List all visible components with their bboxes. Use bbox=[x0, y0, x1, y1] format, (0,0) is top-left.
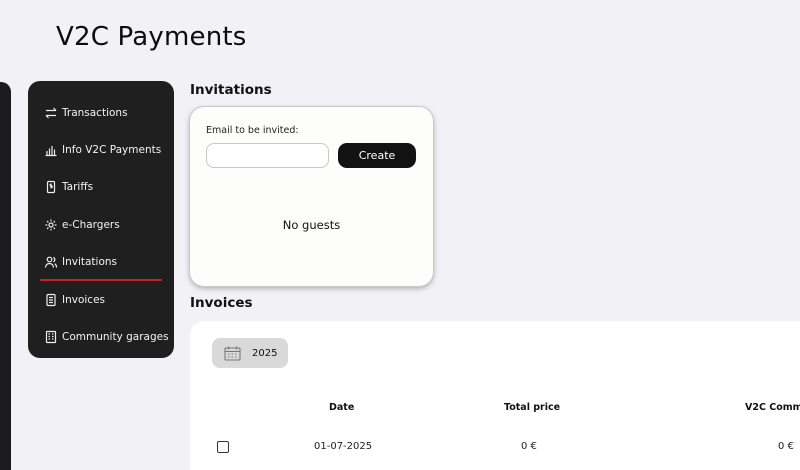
sidebar-item-tariffs[interactable]: Tariffs bbox=[28, 169, 174, 206]
email-field[interactable] bbox=[206, 143, 329, 168]
invitation-card: Email to be invited: Create No guests bbox=[190, 107, 433, 286]
sidebar-item-e-chargers[interactable]: e-Chargers bbox=[28, 206, 174, 243]
invoices-panel: 2025 Date Total price V2C Comm 01-07-202… bbox=[190, 321, 800, 470]
sidebar-item-transactions[interactable]: Transactions bbox=[28, 94, 174, 131]
app-frame: V2C Payments Transactions Info V2C Payme… bbox=[0, 0, 800, 470]
sidebar-item-community-garages[interactable]: Community garages bbox=[28, 318, 174, 355]
sidebar-item-info-v2c-payments[interactable]: Info V2C Payments bbox=[28, 131, 174, 168]
sidebar-item-label: e-Chargers bbox=[62, 218, 120, 231]
year-selector-button[interactable]: 2025 bbox=[212, 338, 288, 368]
column-header-total-price: Total price bbox=[504, 402, 561, 413]
sidebar-item-label: Info V2C Payments bbox=[62, 144, 162, 157]
email-label: Email to be invited: bbox=[206, 125, 299, 136]
cell-total-price: 0 € bbox=[521, 441, 537, 452]
gear-icon bbox=[44, 218, 58, 232]
sidebar-item-invoices[interactable]: Invoices bbox=[28, 281, 174, 318]
sidebar-item-label: Invitations bbox=[62, 256, 118, 269]
invoices-title: Invoices bbox=[190, 295, 253, 311]
sidebar-item-label: Transactions bbox=[62, 106, 128, 119]
users-icon bbox=[44, 255, 58, 269]
sidebar-item-label: Invoices bbox=[62, 293, 106, 306]
calendar-icon bbox=[224, 346, 241, 361]
empty-guests-text: No guests bbox=[282, 218, 341, 232]
cell-v2c-comm: 0 € bbox=[778, 441, 794, 452]
invitations-title: Invitations bbox=[190, 82, 272, 98]
building-icon bbox=[44, 330, 58, 344]
column-header-v2c-comm: V2C Comm bbox=[745, 402, 800, 413]
column-header-date: Date bbox=[329, 402, 355, 413]
sidebar-item-label: Tariffs bbox=[62, 181, 94, 194]
sidebar-item-invitations[interactable]: Invitations bbox=[28, 244, 174, 282]
page-title: V2C Payments bbox=[56, 22, 247, 52]
tariff-card-icon bbox=[44, 180, 58, 194]
left-panel-edge bbox=[0, 82, 11, 470]
bar-chart-icon bbox=[44, 143, 58, 157]
row-checkbox[interactable] bbox=[217, 441, 229, 453]
document-icon bbox=[44, 293, 58, 307]
transfer-arrows-icon bbox=[44, 106, 58, 120]
cell-date: 01-07-2025 bbox=[314, 441, 373, 452]
sidebar-item-label: Community garages bbox=[62, 331, 169, 344]
sidebar: Transactions Info V2C Payments Tariffs e… bbox=[28, 81, 174, 358]
create-button[interactable]: Create bbox=[338, 143, 416, 168]
year-label: 2025 bbox=[252, 347, 278, 359]
